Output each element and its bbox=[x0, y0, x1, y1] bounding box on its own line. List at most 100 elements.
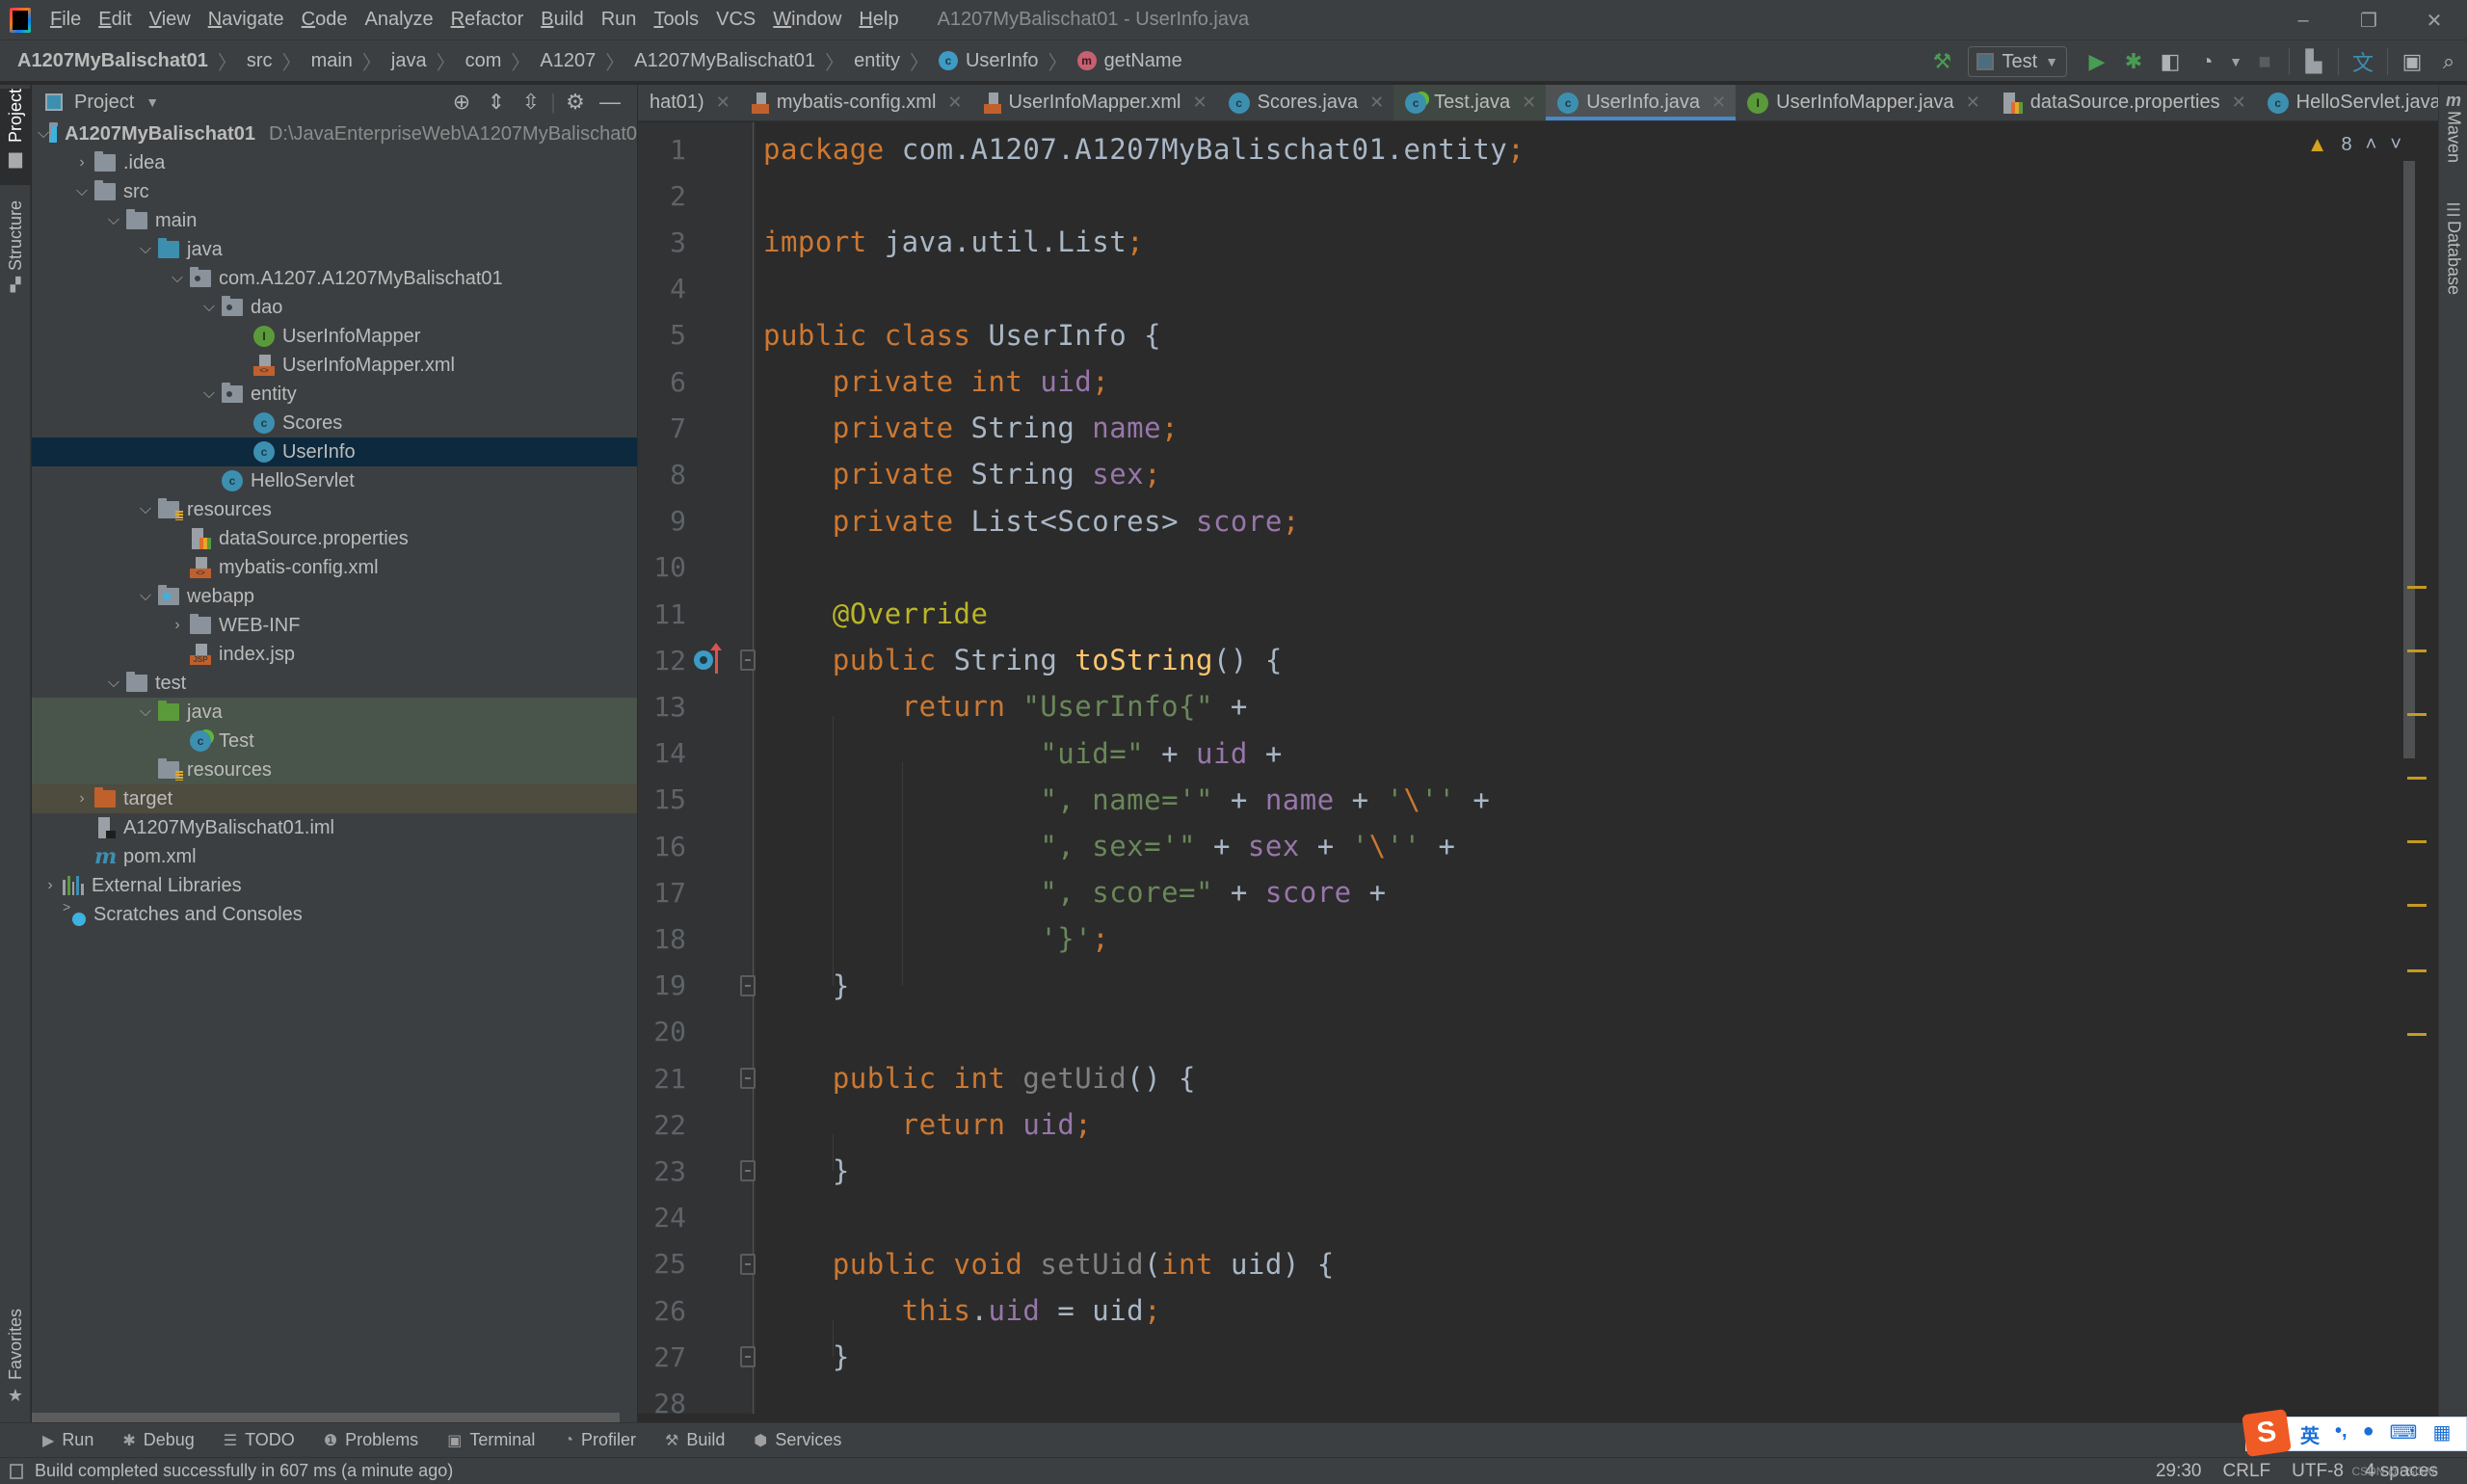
close-tab-icon[interactable]: ✕ bbox=[2232, 93, 2246, 113]
next-highlight-icon[interactable]: ˅ bbox=[2390, 134, 2401, 156]
menu-view[interactable]: View bbox=[149, 9, 191, 31]
database-tool-tab[interactable]: ☰ Database bbox=[2439, 200, 2467, 316]
project-tool-tab[interactable]: Project ▆ bbox=[0, 89, 31, 185]
warning-stripe-mark[interactable] bbox=[2407, 1033, 2427, 1036]
maven-tool-tab[interactable]: m Maven bbox=[2439, 91, 2467, 187]
tree-item[interactable]: m pom.xml bbox=[32, 842, 637, 871]
collapse-all-icon[interactable]: ⇳ bbox=[514, 90, 548, 115]
inspection-widget[interactable]: ▲ 8 ˄ ˅ bbox=[2307, 132, 2401, 157]
warning-stripe-mark[interactable] bbox=[2407, 649, 2427, 652]
close-tab-icon[interactable]: ✕ bbox=[1966, 93, 1980, 113]
microphone-icon[interactable]: ● bbox=[2363, 1420, 2374, 1448]
menu-tools[interactable]: Tools bbox=[653, 9, 699, 31]
tree-item[interactable]: mybatis-config.xml bbox=[32, 553, 637, 582]
file-encoding[interactable]: UTF-8 bbox=[2292, 1461, 2344, 1482]
fold-end-icon[interactable] bbox=[740, 1346, 756, 1368]
breadcrumb-item[interactable]: com bbox=[465, 50, 502, 72]
menu-edit[interactable]: Edit bbox=[98, 9, 131, 31]
breadcrumb-item[interactable]: java bbox=[391, 50, 427, 72]
chevron-down-icon[interactable]: ⌵ bbox=[38, 125, 49, 143]
ime-menu-icon[interactable]: ▦ bbox=[2433, 1420, 2452, 1448]
previous-highlight-icon[interactable]: ˄ bbox=[2366, 134, 2377, 156]
breadcrumb-item[interactable]: A1207MyBalischat01 bbox=[17, 50, 208, 72]
menu-run[interactable]: Run bbox=[601, 9, 637, 31]
tree-item-selected[interactable]: c UserInfo bbox=[32, 437, 637, 466]
tree-item[interactable]: dataSource.properties bbox=[32, 524, 637, 553]
editor-tab[interactable]: mybatis-config.xml ✕ bbox=[740, 85, 972, 120]
chevron-down-icon[interactable]: ⌵ bbox=[133, 241, 158, 258]
fold-end-icon[interactable] bbox=[740, 1160, 756, 1182]
tool-window-build[interactable]: ⚒ Build bbox=[665, 1430, 725, 1450]
locate-file-icon[interactable]: ⊕ bbox=[444, 90, 479, 115]
close-tab-icon[interactable]: ✕ bbox=[1711, 93, 1726, 113]
chevron-down-icon[interactable]: ⌵ bbox=[133, 703, 158, 721]
tree-item[interactable]: ⌵ main bbox=[32, 206, 637, 235]
favorites-tool-tab[interactable]: Favorites ★ bbox=[0, 1309, 31, 1415]
tool-window-debug[interactable]: ✱ Debug bbox=[122, 1430, 194, 1450]
ime-language-toggle[interactable]: 英 bbox=[2300, 1420, 2320, 1448]
structure-tool-tab[interactable]: Structure ▞ bbox=[0, 200, 31, 306]
close-tab-icon[interactable]: ✕ bbox=[1522, 93, 1536, 113]
tree-item[interactable]: c HelloServlet bbox=[32, 466, 637, 495]
chevron-down-icon[interactable]: ⌵ bbox=[165, 270, 190, 287]
breadcrumb-item[interactable]: src bbox=[247, 50, 273, 72]
tool-window-terminal[interactable]: ▣ Terminal bbox=[447, 1430, 535, 1450]
run-icon[interactable]: ▶ bbox=[2081, 45, 2113, 78]
warning-stripe-mark[interactable] bbox=[2407, 840, 2427, 843]
menu-window[interactable]: Window bbox=[773, 9, 841, 31]
tree-item[interactable]: › External Libraries bbox=[32, 871, 637, 900]
chevron-down-icon[interactable]: ▼ bbox=[146, 94, 159, 110]
tree-item[interactable]: ⌵ A1207MyBalischat01 D:\JavaEnterpriseWeb\… bbox=[32, 119, 637, 148]
tool-window-problems[interactable]: ❶ Problems bbox=[324, 1430, 418, 1450]
coverage-icon[interactable]: ◧ bbox=[2154, 45, 2187, 78]
menu-analyze[interactable]: Analyze bbox=[364, 9, 433, 31]
chevron-down-icon[interactable]: ⌵ bbox=[197, 385, 222, 403]
run-anything-icon[interactable]: ▣ bbox=[2396, 45, 2428, 78]
warning-stripe-mark[interactable] bbox=[2407, 904, 2427, 907]
status-message[interactable]: Build completed successfully in 607 ms (… bbox=[35, 1461, 453, 1481]
close-tab-icon[interactable]: ✕ bbox=[1369, 93, 1384, 113]
expand-all-icon[interactable]: ⇕ bbox=[479, 90, 514, 115]
tree-item[interactable]: UserInfoMapper.xml bbox=[32, 351, 637, 380]
menu-build[interactable]: Build bbox=[541, 9, 583, 31]
tree-item[interactable]: c Scores bbox=[32, 409, 637, 437]
fold-end-icon[interactable] bbox=[740, 974, 756, 996]
editor-tab[interactable]: dataSource.properties ✕ bbox=[1990, 85, 2256, 120]
editor-tab[interactable]: c Test.java ✕ bbox=[1393, 85, 1547, 120]
tool-window-todo[interactable]: ☰ TODO bbox=[224, 1430, 295, 1450]
tree-item[interactable]: ⌵ webapp bbox=[32, 582, 637, 611]
tree-item[interactable]: ⌵ src bbox=[32, 177, 637, 206]
tree-item[interactable]: Scratches and Consoles bbox=[32, 899, 637, 929]
build-hammer-icon[interactable]: ⚒ bbox=[1925, 45, 1958, 78]
editor-tab[interactable]: UserInfoMapper.xml ✕ bbox=[972, 85, 1217, 120]
warning-stripe-mark[interactable] bbox=[2407, 777, 2427, 780]
chevron-down-icon[interactable]: ⌵ bbox=[133, 501, 158, 518]
editor-tab[interactable]: hat01) ✕ bbox=[638, 85, 740, 120]
chevron-down-icon[interactable]: ⌵ bbox=[101, 212, 126, 229]
editor-tab[interactable]: cHelloServlet.java✕ bbox=[2256, 85, 2467, 120]
project-structure-icon[interactable]: ▙ bbox=[2297, 45, 2330, 78]
editor-tab[interactable]: I UserInfoMapper.java ✕ bbox=[1736, 85, 1990, 120]
chevron-right-icon[interactable]: › bbox=[69, 790, 94, 808]
warning-stripe-mark[interactable] bbox=[2407, 969, 2427, 972]
menu-refactor[interactable]: Refactor bbox=[451, 9, 524, 31]
breadcrumb-item[interactable]: A1207MyBalischat01 bbox=[634, 50, 815, 72]
warning-stripe-mark[interactable] bbox=[2407, 586, 2427, 589]
tree-item[interactable]: resources bbox=[32, 755, 637, 784]
chevron-right-icon[interactable]: › bbox=[69, 154, 94, 172]
menu-code[interactable]: Code bbox=[302, 9, 348, 31]
debug-icon[interactable]: ✱ bbox=[2117, 45, 2150, 78]
more-run-options-icon[interactable]: ▼ bbox=[2227, 45, 2244, 78]
chevron-down-icon[interactable]: ⌵ bbox=[69, 183, 94, 200]
search-icon[interactable]: ⌕ bbox=[2432, 45, 2465, 78]
translate-icon[interactable]: 文 bbox=[2347, 45, 2379, 78]
project-view-selector[interactable]: Project bbox=[74, 92, 134, 114]
run-configuration-select[interactable]: Test ▼ bbox=[1968, 46, 2067, 77]
tree-item[interactable]: c Test bbox=[32, 727, 637, 755]
tree-item[interactable]: ⌵ java bbox=[32, 698, 637, 727]
editor-tab[interactable]: c Scores.java ✕ bbox=[1217, 85, 1394, 120]
tree-item[interactable]: I UserInfoMapper bbox=[32, 322, 637, 351]
profile-icon[interactable]: ◔ bbox=[2190, 45, 2223, 78]
chevron-right-icon[interactable]: › bbox=[38, 877, 63, 894]
tree-item[interactable]: › .idea bbox=[32, 148, 637, 177]
